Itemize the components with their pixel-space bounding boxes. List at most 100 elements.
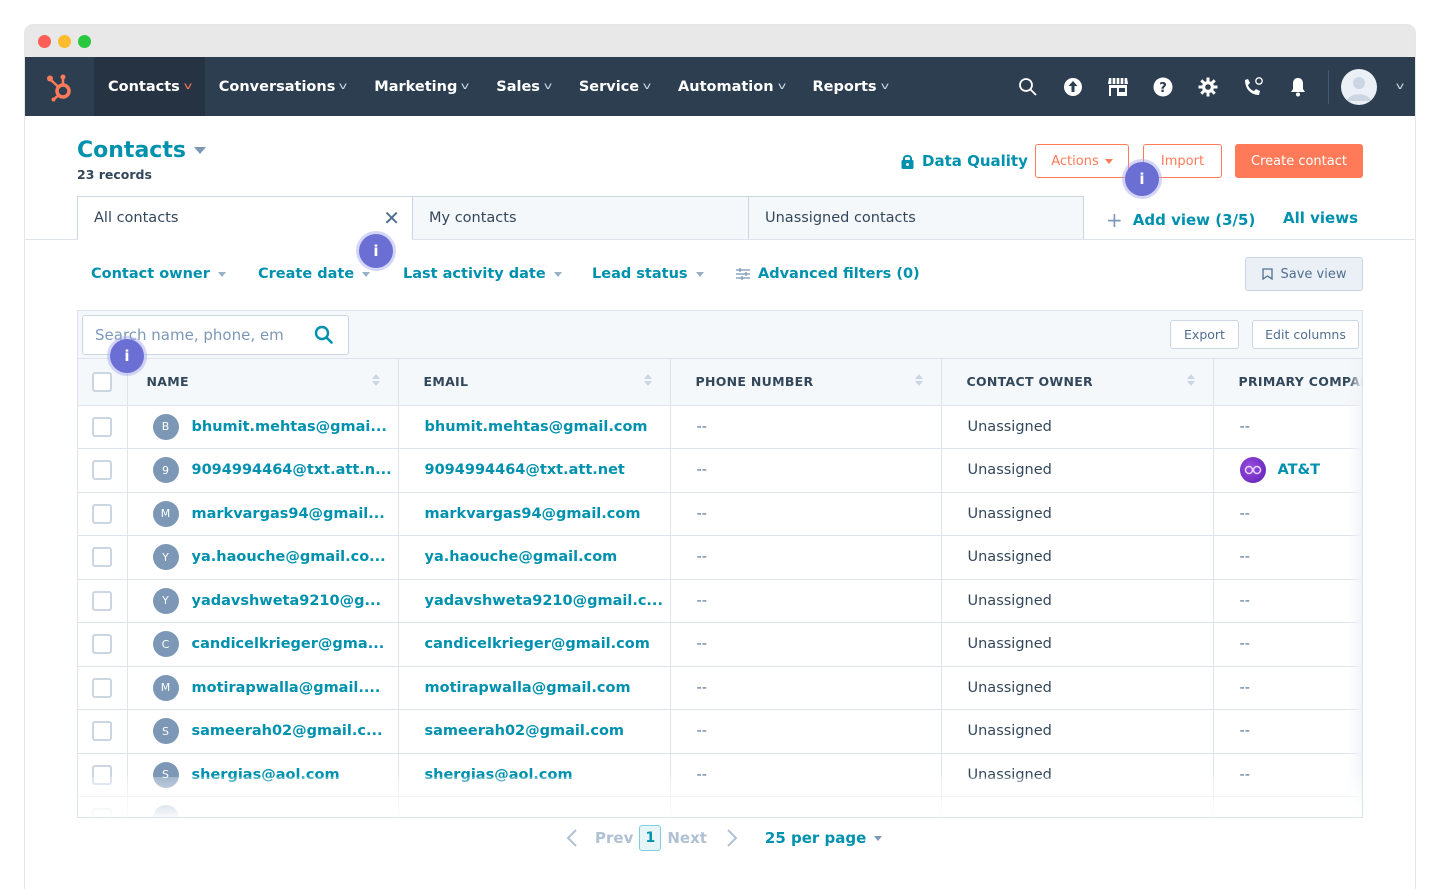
contact-name-link[interactable]: markvargas94@gmail... — [192, 506, 385, 522]
nav-reports[interactable]: Reports v — [799, 57, 902, 116]
hotspot-marker[interactable]: i — [359, 234, 393, 268]
all-views-link[interactable]: All views — [1283, 209, 1358, 227]
per-page-select[interactable]: 25 per page — [765, 829, 883, 847]
checkbox-cell — [78, 448, 128, 493]
hotspot-marker[interactable]: i — [110, 339, 144, 373]
row-checkbox[interactable] — [92, 808, 112, 817]
email-link[interactable]: motirapwalla@gmail.com — [399, 680, 670, 696]
table-row[interactable]: Mmarkvargas94@gmail... markvargas94@gmail… — [78, 492, 1362, 536]
row-checkbox[interactable] — [92, 764, 112, 785]
column-header-email[interactable]: EMAIL — [398, 359, 671, 406]
company-link[interactable]: AT&T — [1278, 462, 1321, 478]
filter-contact-owner[interactable]: Contact owner — [91, 266, 226, 282]
tab-unassigned-contacts[interactable]: Unassigned contacts — [748, 196, 1084, 240]
data-quality-link[interactable]: Data Quality — [901, 152, 1028, 170]
export-button[interactable]: Export — [1170, 320, 1239, 349]
upgrade-button[interactable] — [1050, 57, 1095, 116]
chevron-down-icon[interactable]: v — [1396, 81, 1404, 92]
nav-marketing[interactable]: Marketing v — [360, 57, 482, 116]
row-checkbox[interactable] — [92, 416, 112, 437]
calling-button[interactable] — [1230, 57, 1275, 116]
row-checkbox[interactable] — [92, 677, 112, 698]
row-checkbox[interactable] — [92, 460, 112, 481]
pagination: Prev 1 Next 25 per page — [565, 824, 883, 852]
column-header-name[interactable]: NAME — [127, 359, 399, 406]
sort-icon[interactable] — [914, 374, 923, 386]
filter-create-date[interactable]: Create date — [258, 266, 371, 282]
minimize-window-button[interactable] — [58, 34, 71, 48]
nav-automation[interactable]: Automation v — [664, 57, 798, 116]
contact-name-link[interactable]: bhumit.mehtas@gmai... — [192, 419, 387, 435]
email-link[interactable]: shergias@aol.com — [399, 767, 670, 783]
marketplace-button[interactable] — [1095, 57, 1140, 116]
column-header-phone[interactable]: PHONE NUMBER — [670, 359, 942, 406]
owner-value: Unassigned — [967, 679, 1052, 696]
row-checkbox[interactable] — [92, 590, 112, 611]
close-icon[interactable]: ✕ — [383, 208, 400, 228]
sort-icon[interactable] — [643, 374, 652, 386]
table-row[interactable]: Bbhumit.mehtas@gmai... bhumit.mehtas@gmai… — [78, 405, 1362, 449]
caret-down-icon — [217, 271, 226, 277]
contact-name-link[interactable]: shergias@aol.com — [192, 767, 340, 783]
column-header-company[interactable]: PRIMARY COMPANY — [1213, 359, 1362, 406]
sort-icon[interactable] — [371, 374, 380, 386]
contact-name-link[interactable]: 9094994464@txt.att.n... — [192, 462, 392, 478]
contact-name-link[interactable]: yadavshweta9210@g... — [192, 593, 382, 609]
user-avatar[interactable] — [1341, 68, 1378, 105]
settings-button[interactable] — [1185, 57, 1230, 116]
email-link[interactable]: sameerah02@gmail.com — [399, 723, 670, 739]
next-button[interactable]: Next — [667, 829, 707, 847]
nav-contacts[interactable]: Contacts v — [94, 57, 205, 116]
help-button[interactable]: ? — [1140, 57, 1185, 116]
search-button[interactable] — [1005, 57, 1050, 116]
prev-button[interactable]: Prev — [595, 829, 633, 847]
close-window-button[interactable] — [38, 34, 51, 48]
table-row[interactable]: 9 9094994464@txt.att.n... 9094994464@txt.a… — [78, 448, 1362, 493]
notifications-button[interactable] — [1275, 57, 1320, 116]
nav-sales[interactable]: Sales v — [482, 57, 565, 116]
email-link[interactable]: candicelkrieger@gmail.com — [399, 636, 670, 652]
row-checkbox[interactable] — [92, 721, 112, 742]
maximize-window-button[interactable] — [78, 34, 91, 48]
contact-name-link[interactable]: motirapwalla@gmail.... — [192, 680, 381, 696]
column-header-owner[interactable]: CONTACT OWNER — [941, 359, 1214, 406]
table-row[interactable]: Mmotirapwalla@gmail.... motirapwalla@gmai… — [78, 666, 1362, 710]
actions-button[interactable]: Actions — [1035, 144, 1129, 178]
nav-service[interactable]: Service v — [565, 57, 664, 116]
filter-last-activity-date[interactable]: Last activity date — [403, 266, 562, 282]
table-row[interactable]: Yyadavshweta9210@g... yadavshweta9210@gma… — [78, 579, 1362, 623]
table-row[interactable]: Ssameerah02@gmail.c... sameerah02@gmail.c… — [78, 709, 1362, 754]
search-icon[interactable] — [314, 325, 334, 345]
advanced-filters-button[interactable]: Advanced filters (0) — [736, 266, 920, 282]
nav-conversations[interactable]: Conversations v — [205, 57, 361, 116]
edit-columns-button[interactable]: Edit columns — [1252, 320, 1359, 349]
chevron-left-icon[interactable] — [565, 828, 579, 848]
contact-name-link[interactable]: sameerah02@gmail.c... — [192, 723, 383, 739]
page-title[interactable]: Contacts — [77, 138, 206, 163]
select-all-checkbox[interactable] — [92, 371, 112, 392]
row-checkbox[interactable] — [92, 503, 112, 524]
hotspot-marker[interactable]: i — [1125, 162, 1159, 196]
contact-name-link[interactable]: ya.haouche@gmail.co... — [192, 549, 386, 565]
filter-lead-status[interactable]: Lead status — [592, 266, 704, 282]
sort-icon[interactable] — [1186, 374, 1195, 386]
chevron-right-icon[interactable] — [725, 828, 739, 848]
create-contact-button[interactable]: Create contact — [1235, 144, 1363, 178]
table-row[interactable]: Yya.haouche@gmail.co... ya.haouche@gmail.… — [78, 535, 1362, 580]
row-checkbox[interactable] — [92, 547, 112, 568]
page-number[interactable]: 1 — [639, 825, 662, 851]
email-link[interactable]: markvargas94@gmail.com — [399, 506, 670, 522]
tab-my-contacts[interactable]: My contacts — [412, 196, 749, 240]
email-link[interactable]: bhumit.mehtas@gmail.com — [399, 419, 670, 435]
table-row[interactable]: Ccandicelkrieger@gma... candicelkrieger@g… — [78, 622, 1362, 667]
email-link[interactable]: ya.haouche@gmail.com — [399, 549, 670, 565]
tab-all-contacts[interactable]: All contacts ✕ — [77, 196, 413, 240]
row-checkbox[interactable] — [92, 634, 112, 655]
hubspot-logo[interactable] — [25, 57, 94, 116]
contact-name-link[interactable]: candicelkrieger@gma... — [192, 636, 385, 652]
email-link[interactable]: yadavshweta9210@gmail.c... — [399, 593, 670, 609]
table-row[interactable]: Sshergias@aol.com shergias@aol.com -- Unass… — [78, 753, 1362, 797]
add-view-button[interactable]: + Add view (3/5) — [1106, 208, 1255, 232]
email-link[interactable]: 9094994464@txt.att.net — [399, 462, 670, 478]
save-view-button[interactable]: Save view — [1245, 257, 1363, 291]
